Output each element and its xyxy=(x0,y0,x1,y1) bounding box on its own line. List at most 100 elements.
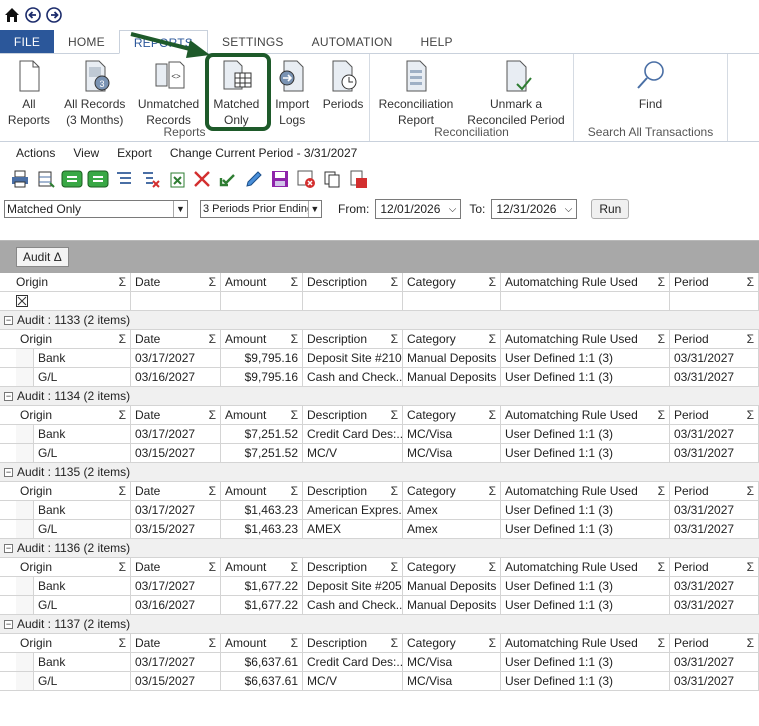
sum-icon[interactable]: Σ xyxy=(391,482,398,500)
sum-icon[interactable]: Σ xyxy=(658,634,665,652)
group-row[interactable]: − Audit : 1135 (2 items) xyxy=(0,463,759,482)
column-header-amount[interactable]: Amount Σ xyxy=(221,558,303,577)
cancel-save-icon[interactable] xyxy=(294,167,318,191)
column-header-date[interactable]: Date Σ xyxy=(131,273,221,292)
sum-icon[interactable]: Σ xyxy=(489,482,496,500)
sum-icon[interactable]: Σ xyxy=(291,558,298,576)
row-selector[interactable] xyxy=(16,672,34,691)
sum-icon[interactable]: Σ xyxy=(489,406,496,424)
row-selector[interactable] xyxy=(16,444,34,463)
column-header-category[interactable]: Category Σ xyxy=(403,406,501,425)
column-header-description[interactable]: Description Σ xyxy=(303,482,403,501)
sum-icon[interactable]: Σ xyxy=(119,330,126,348)
sum-icon[interactable]: Σ xyxy=(119,558,126,576)
sum-icon[interactable]: Σ xyxy=(391,273,398,291)
save-icon[interactable] xyxy=(268,167,292,191)
table-row[interactable]: Bank 03/17/2027 $1,463.23 American Expres..… xyxy=(0,501,759,520)
group-row[interactable]: − Audit : 1137 (2 items) xyxy=(0,615,759,634)
column-header-category[interactable]: Category Σ xyxy=(403,634,501,653)
print-icon[interactable] xyxy=(8,167,32,191)
column-header-category[interactable]: Category Σ xyxy=(403,482,501,501)
group-row[interactable]: − Audit : 1136 (2 items) xyxy=(0,539,759,558)
column-header-amount[interactable]: Amount Σ xyxy=(221,330,303,349)
delete-icon[interactable] xyxy=(190,167,214,191)
table-row[interactable]: G/L 03/15/2027 $1,463.23 AMEX Amex User Defin… xyxy=(0,520,759,539)
table-row[interactable]: G/L 03/15/2027 $6,637.61 MC/V MC/Visa User De… xyxy=(0,672,759,691)
collapse-icon[interactable]: − xyxy=(4,467,13,477)
edit-pencil-icon[interactable] xyxy=(242,167,266,191)
forward-icon[interactable] xyxy=(45,6,63,24)
sum-icon[interactable]: Σ xyxy=(209,273,216,291)
sum-icon[interactable]: Σ xyxy=(747,273,754,291)
undo-icon[interactable] xyxy=(216,167,240,191)
sum-icon[interactable]: Σ xyxy=(391,634,398,652)
filter-row-cell[interactable] xyxy=(303,292,403,311)
sum-icon[interactable]: Σ xyxy=(291,406,298,424)
collapse-icon[interactable]: − xyxy=(4,315,13,325)
sum-icon[interactable]: Σ xyxy=(391,330,398,348)
excel-export-icon[interactable] xyxy=(164,167,188,191)
group-row[interactable]: − Audit : 1134 (2 items) xyxy=(0,387,759,406)
sum-icon[interactable]: Σ xyxy=(119,273,126,291)
menu-view[interactable]: View xyxy=(73,146,99,160)
column-header-origin[interactable]: Origin Σ xyxy=(0,273,131,292)
filter-icon[interactable] xyxy=(16,295,28,307)
tab-settings[interactable]: SETTINGS xyxy=(208,30,298,53)
home-icon[interactable] xyxy=(3,6,21,24)
table-row[interactable]: G/L 03/15/2027 $7,251.52 MC/V MC/Visa User De… xyxy=(0,444,759,463)
row-selector[interactable] xyxy=(16,425,34,444)
column-header-description[interactable]: Description Σ xyxy=(303,330,403,349)
sum-icon[interactable]: Σ xyxy=(658,482,665,500)
column-header-date[interactable]: Date Σ xyxy=(131,406,221,425)
filter-row-cell[interactable] xyxy=(670,292,759,311)
column-header-rule[interactable]: Automatching Rule Used Σ xyxy=(501,330,670,349)
menu-export[interactable]: Export xyxy=(117,146,152,160)
tab-automation[interactable]: AUTOMATION xyxy=(298,30,407,53)
table-row[interactable]: Bank 03/17/2027 $7,251.52 Credit Card Des:.… xyxy=(0,425,759,444)
column-header-origin[interactable]: Origin Σ xyxy=(16,406,131,425)
group-by-audit-tag[interactable]: Audit Δ xyxy=(16,247,69,267)
sum-icon[interactable]: Σ xyxy=(391,406,398,424)
column-header-amount[interactable]: Amount Σ xyxy=(221,406,303,425)
tab-help[interactable]: HELP xyxy=(407,30,467,53)
row-selector[interactable] xyxy=(16,577,34,596)
sum-icon[interactable]: Σ xyxy=(209,406,216,424)
column-header-category[interactable]: Category Σ xyxy=(403,273,501,292)
sum-icon[interactable]: Σ xyxy=(489,273,496,291)
table-row[interactable]: G/L 03/16/2027 $9,795.16 Cash and Check... M… xyxy=(0,368,759,387)
sum-icon[interactable]: Σ xyxy=(291,482,298,500)
menu-actions[interactable]: Actions xyxy=(16,146,55,160)
to-date-picker[interactable]: 12/31/2026 ⌵ xyxy=(491,199,578,219)
column-header-origin[interactable]: Origin Σ xyxy=(16,558,131,577)
column-header-category[interactable]: Category Σ xyxy=(403,330,501,349)
table-row[interactable]: Bank 03/17/2027 $9,795.16 Deposit Site #210… xyxy=(0,349,759,368)
column-header-period[interactable]: Period Σ xyxy=(670,330,759,349)
column-header-origin[interactable]: Origin Σ xyxy=(16,482,131,501)
column-header-amount[interactable]: Amount Σ xyxy=(221,482,303,501)
column-header-origin[interactable]: Origin Σ xyxy=(16,634,131,653)
sum-icon[interactable]: Σ xyxy=(209,634,216,652)
collapse-all-icon[interactable] xyxy=(86,167,110,191)
column-header-amount[interactable]: Amount Σ xyxy=(221,273,303,292)
table-row[interactable]: Bank 03/17/2027 $1,677.22 Deposit Site #205… xyxy=(0,577,759,596)
column-header-date[interactable]: Date Σ xyxy=(131,330,221,349)
table-row[interactable]: G/L 03/16/2027 $1,677.22 Cash and Check... M… xyxy=(0,596,759,615)
column-header-origin[interactable]: Origin Σ xyxy=(16,330,131,349)
sum-icon[interactable]: Σ xyxy=(658,273,665,291)
sum-icon[interactable]: Σ xyxy=(291,330,298,348)
list-tree-icon[interactable] xyxy=(112,167,136,191)
sum-icon[interactable]: Σ xyxy=(489,330,496,348)
column-header-period[interactable]: Period Σ xyxy=(670,634,759,653)
row-selector[interactable] xyxy=(16,501,34,520)
sum-icon[interactable]: Σ xyxy=(291,634,298,652)
filter-row-cell[interactable] xyxy=(131,292,221,311)
column-header-rule[interactable]: Automatching Rule Used Σ xyxy=(501,558,670,577)
sum-icon[interactable]: Σ xyxy=(658,330,665,348)
collapse-icon[interactable]: − xyxy=(4,543,13,553)
column-header-period[interactable]: Period Σ xyxy=(670,482,759,501)
sum-icon[interactable]: Σ xyxy=(747,558,754,576)
column-header-date[interactable]: Date Σ xyxy=(131,558,221,577)
filter-row-cell[interactable] xyxy=(403,292,501,311)
expand-all-icon[interactable] xyxy=(60,167,84,191)
sum-icon[interactable]: Σ xyxy=(489,634,496,652)
